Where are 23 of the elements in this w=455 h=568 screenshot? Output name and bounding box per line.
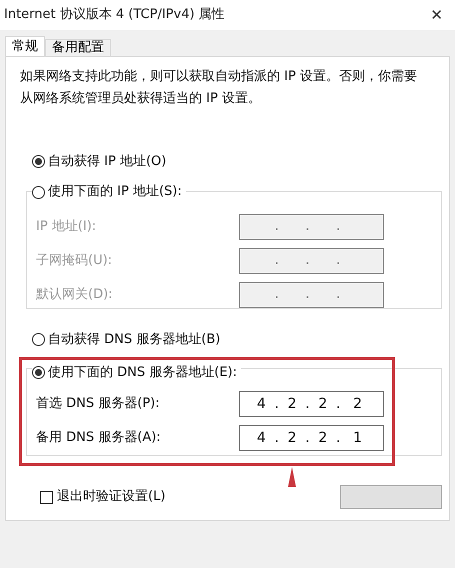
ip-address-field[interactable]: 4 . 2 . 2 . 2 — [239, 391, 384, 417]
radio-button[interactable] — [32, 186, 45, 198]
field-label: IP 地址(I): — [36, 218, 98, 236]
tab[interactable]: 常规 — [5, 36, 45, 56]
description-text: 如果网络支持此功能，则可以获取自动指派的 IP 设置。否则，你需要从网络系统管理员处获得适当的 IP 设置。 — [20, 68, 418, 108]
close-button[interactable]: ✕ — [430, 4, 443, 26]
arrow-icon — [288, 467, 296, 487]
radio-label: 使用下面的 DNS 服务器地址(E): — [48, 364, 237, 382]
radio-button[interactable] — [32, 366, 45, 379]
checkbox[interactable] — [40, 490, 53, 504]
field-label: 首选 DNS 服务器(P): — [36, 395, 161, 414]
radio-button[interactable] — [32, 332, 45, 346]
checkbox-label: 退出时验证设置(L) — [57, 488, 166, 506]
ip-address-field[interactable]: 4 . 2 . 2 . 1 — [239, 425, 384, 451]
radio-label: 自动获得 DNS 服务器地址(B) — [48, 330, 220, 348]
field-label: 子网掩码(U): — [36, 252, 114, 270]
radio-label: 自动获得 IP 地址(O) — [48, 153, 166, 171]
radio-label: 使用下面的 IP 地址(S): — [48, 183, 182, 202]
window-title: Internet 协议版本 4 (TCP/IPv4) 属性 — [4, 6, 225, 24]
radio-button[interactable] — [32, 155, 45, 168]
field-label: 备用 DNS 服务器(A): — [36, 429, 162, 448]
field-label: 默认网关(D): — [36, 286, 114, 304]
tab[interactable]: 备用配置 — [45, 39, 111, 56]
